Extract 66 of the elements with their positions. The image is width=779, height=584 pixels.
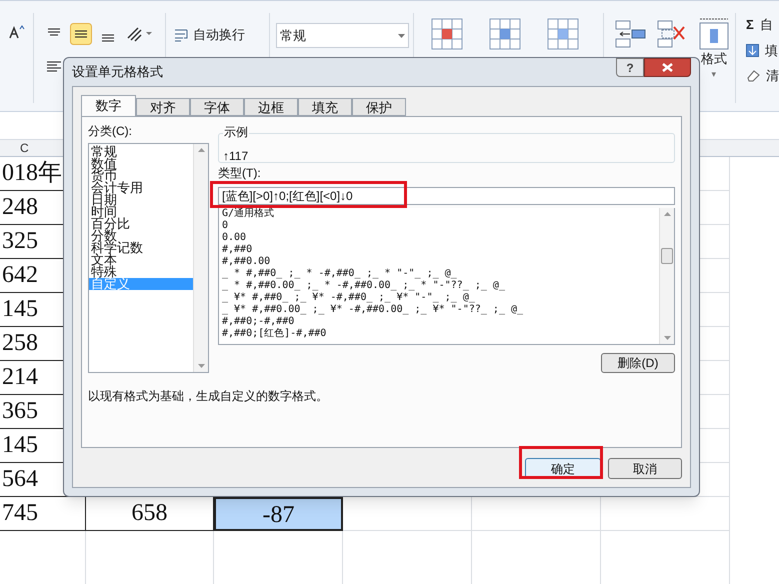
ribbon-label[interactable]: 自 (760, 15, 773, 34)
close-icon (662, 63, 673, 72)
category-item[interactable]: 科学记数 (89, 242, 193, 254)
category-item[interactable]: 货币 (89, 170, 193, 182)
help-button[interactable]: ? (616, 58, 644, 77)
wrap-text-button[interactable]: 自动换行 (174, 25, 245, 44)
format-item[interactable]: 0 (222, 220, 659, 232)
format-item[interactable]: #,##0.00 (222, 256, 659, 268)
sample-value: ↑117 (223, 149, 248, 163)
font-size-icon[interactable] (8, 25, 24, 39)
type-label: 类型(T): (218, 166, 262, 180)
category-item[interactable]: 时间 (89, 206, 193, 218)
conditional-format-icon[interactable] (430, 17, 464, 51)
scroll-up-icon[interactable] (664, 212, 670, 216)
category-item[interactable]: 分数 (89, 230, 193, 242)
caret-icon: ▾ (712, 67, 716, 81)
eraser-icon[interactable] (746, 69, 760, 82)
cell-style-icon[interactable] (546, 17, 580, 51)
ribbon-label[interactable]: 填 (765, 40, 778, 60)
category-item[interactable]: 数值 (89, 158, 193, 170)
format-item[interactable]: #,##0;[红色]-#,##0 (222, 328, 659, 340)
sample-label: 示例 (223, 125, 249, 139)
category-label: 分类(C): (88, 123, 133, 139)
tab[interactable]: 填充 (298, 98, 352, 116)
format-cells-icon[interactable] (698, 17, 730, 51)
format-item[interactable]: 0.00 (222, 232, 659, 244)
table-style-icon[interactable] (488, 17, 522, 51)
format-item[interactable]: G/通用格式 (222, 208, 659, 220)
category-item[interactable]: 常规 (89, 146, 193, 158)
scrollbar[interactable] (193, 144, 208, 372)
number-format-dropdown[interactable]: 常规 (276, 23, 409, 48)
type-input-field[interactable]: [蓝色][>0]↑0;[红色][<0]↓0 (218, 187, 675, 205)
format-item[interactable]: _ ¥* #,##0_ ;_ ¥* -#,##0_ ;_ ¥* "-"_ ;_ @_ (222, 292, 659, 304)
format-item[interactable]: _ * #,##0_ ;_ * -#,##0_ ;_ * "-"_ ;_ @_ (222, 268, 659, 280)
fill-down-icon[interactable] (746, 44, 759, 57)
delete-button[interactable]: 删除(D) (601, 353, 675, 373)
scroll-down-icon[interactable] (198, 364, 204, 368)
tab[interactable]: 字体 (190, 98, 244, 116)
category-item[interactable]: 百分比 (89, 218, 193, 230)
format-item[interactable]: _ * #,##0.00_ ;_ * -#,##0.00_ ;_ * "-"??_ ;_ @_ (222, 280, 659, 292)
category-item[interactable]: 日期 (89, 194, 193, 206)
format-item[interactable]: _ ¥* #,##0.00_ ;_ ¥* -#,##0.00_ ;_ ¥* "-"??_ ;_ @_ (222, 304, 659, 316)
align-middle-icon[interactable] (70, 23, 92, 45)
format-item[interactable]: #,##0 (222, 244, 659, 256)
caret-icon (398, 34, 405, 38)
scrollbar[interactable] (659, 208, 674, 344)
tab[interactable]: 保护 (352, 98, 406, 116)
category-item[interactable]: 特殊 (89, 266, 193, 278)
close-button[interactable] (644, 58, 691, 77)
wrap-text-icon (174, 26, 190, 43)
scroll-thumb[interactable] (661, 248, 673, 264)
category-item[interactable]: 文本 (89, 254, 193, 266)
category-item[interactable]: 会计专用 (89, 182, 193, 194)
tab[interactable]: 数字 (81, 95, 136, 116)
window-title: 设置单元格格式 (72, 63, 163, 82)
scroll-up-icon[interactable] (198, 148, 204, 152)
scroll-down-icon[interactable] (664, 336, 670, 340)
format-label: 格式 (701, 51, 727, 67)
tab[interactable]: 边框 (244, 98, 298, 116)
table-cell[interactable]: -87 (214, 497, 343, 531)
tab[interactable]: 对齐 (136, 98, 190, 116)
cancel-button[interactable]: 取消 (608, 458, 682, 479)
ribbon-label[interactable]: 清 (766, 66, 779, 86)
format-item[interactable]: #,##0;-#,##0 (222, 316, 659, 328)
sum-icon[interactable]: Σ (746, 15, 754, 34)
description-text: 以现有格式为基础，生成自定义的数字格式。 (88, 388, 329, 405)
